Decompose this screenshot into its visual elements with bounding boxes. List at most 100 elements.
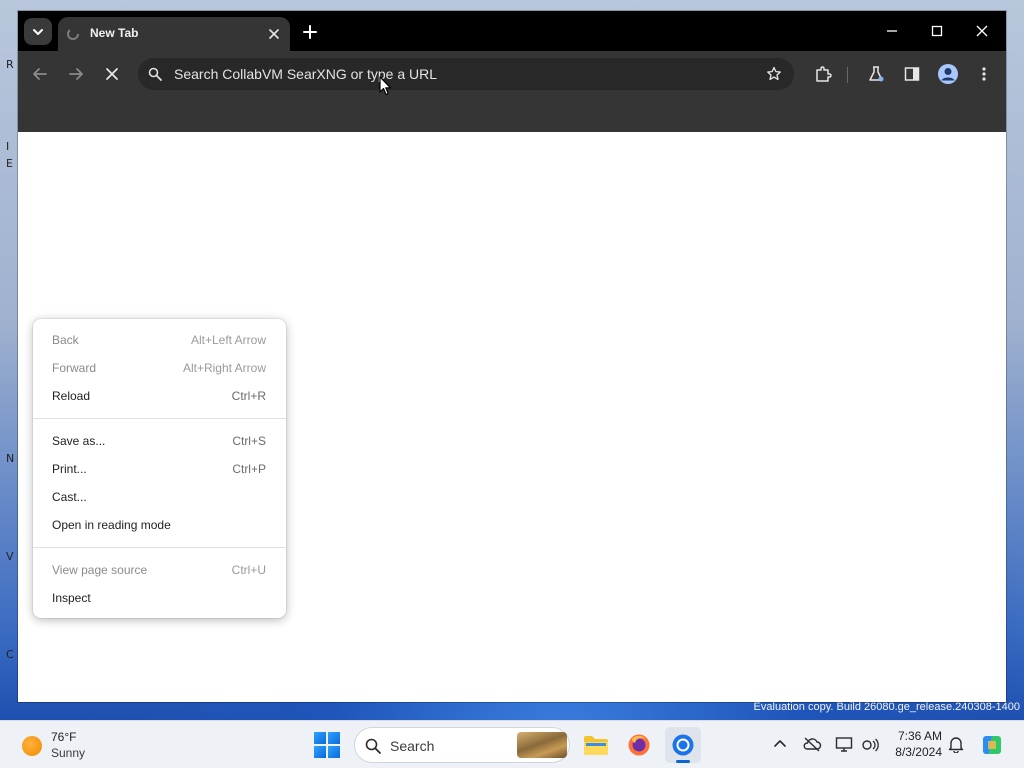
menu-item-shortcut: Ctrl+R bbox=[231, 389, 266, 403]
desktop-icon-label-fragment: C bbox=[6, 648, 14, 661]
maximize-button[interactable] bbox=[915, 17, 959, 45]
profile-button[interactable] bbox=[934, 60, 962, 88]
tab-new-tab[interactable]: New Tab bbox=[58, 17, 290, 51]
menu-item-label: Reload bbox=[52, 389, 91, 403]
file-explorer-button[interactable] bbox=[578, 727, 614, 763]
address-input[interactable] bbox=[174, 58, 754, 90]
menu-item-save-as[interactable]: Save as... Ctrl+S bbox=[33, 427, 286, 455]
menu-item-view-source[interactable]: View page source Ctrl+U bbox=[33, 556, 286, 584]
maximize-icon bbox=[931, 25, 943, 37]
search-icon bbox=[363, 736, 383, 756]
show-hidden-icons-button[interactable] bbox=[770, 734, 790, 754]
menu-item-shortcut: Alt+Right Arrow bbox=[182, 361, 266, 375]
flask-icon bbox=[869, 66, 884, 82]
menu-item-forward[interactable]: Forward Alt+Right Arrow bbox=[33, 354, 286, 382]
windows-logo-icon bbox=[314, 732, 326, 744]
menu-divider bbox=[33, 418, 286, 419]
notifications-bell-icon[interactable] bbox=[946, 734, 966, 754]
desktop-icon-label-fragment: E bbox=[6, 157, 13, 170]
side-panel-button[interactable] bbox=[898, 60, 926, 88]
watermark-line: Evaluation copy. Build 26080.ge_release.… bbox=[753, 701, 1020, 713]
labs-button[interactable] bbox=[862, 60, 890, 88]
clock-time: 7:36 AM bbox=[897, 729, 942, 743]
menu-button[interactable] bbox=[970, 60, 998, 88]
sun-icon bbox=[22, 736, 42, 756]
chrome-button[interactable] bbox=[665, 727, 701, 763]
menu-item-shortcut: Ctrl+S bbox=[232, 434, 266, 448]
weather-condition: Sunny bbox=[51, 746, 86, 760]
menu-item-label: Save as... bbox=[52, 434, 106, 448]
start-button[interactable] bbox=[314, 732, 340, 758]
tab-close-icon[interactable] bbox=[264, 24, 284, 44]
arrow-left-icon bbox=[33, 68, 47, 80]
minimize-icon bbox=[887, 30, 897, 32]
folder-icon bbox=[584, 736, 608, 755]
weather-temperature: 76°F bbox=[51, 730, 77, 744]
puzzle-icon bbox=[816, 66, 832, 82]
network-volume-icon[interactable] bbox=[860, 734, 880, 754]
close-window-button[interactable] bbox=[960, 17, 1004, 45]
context-menu: Back Alt+Left Arrow Forward Alt+Right Ar… bbox=[33, 319, 286, 618]
desktop-icon-label-fragment: V bbox=[6, 550, 14, 563]
firefox-icon bbox=[628, 734, 650, 756]
menu-item-label: Inspect bbox=[52, 591, 91, 605]
taskbar-clock[interactable]: 7:36 AM 8/3/2024 bbox=[882, 728, 942, 760]
chevron-up-icon bbox=[774, 740, 786, 747]
loading-favicon-icon bbox=[66, 27, 80, 41]
copilot-icon[interactable] bbox=[980, 733, 1004, 757]
search-highlight-image bbox=[517, 732, 567, 758]
new-tab-button[interactable] bbox=[298, 20, 322, 44]
menu-divider bbox=[33, 547, 286, 548]
onedrive-offline-icon[interactable] bbox=[802, 734, 822, 754]
tab-title: New Tab bbox=[90, 26, 139, 40]
plus-icon bbox=[303, 25, 317, 39]
side-panel-icon bbox=[904, 67, 920, 81]
menu-item-reload[interactable]: Reload Ctrl+R bbox=[33, 382, 286, 410]
stop-loading-button[interactable] bbox=[98, 60, 126, 88]
menu-item-shortcut: Alt+Left Arrow bbox=[190, 333, 266, 347]
menu-item-shortcut: Ctrl+P bbox=[232, 462, 266, 476]
browser-toolbar bbox=[18, 51, 1006, 97]
windows-logo-icon bbox=[328, 732, 340, 744]
menu-item-cast[interactable]: Cast... bbox=[33, 483, 286, 511]
menu-item-inspect[interactable]: Inspect bbox=[33, 584, 286, 612]
tab-search-button[interactable] bbox=[24, 18, 52, 45]
firefox-button[interactable] bbox=[621, 727, 657, 763]
taskbar-search-label: Search bbox=[390, 738, 435, 754]
extensions-button[interactable] bbox=[809, 60, 837, 88]
active-app-indicator bbox=[676, 760, 690, 763]
more-vert-icon bbox=[982, 67, 986, 81]
windows-logo-icon bbox=[314, 746, 326, 758]
menu-item-shortcut: Ctrl+U bbox=[231, 563, 266, 577]
taskbar-search-box[interactable]: Search bbox=[354, 727, 570, 763]
menu-item-label: Back bbox=[52, 333, 79, 347]
menu-item-print[interactable]: Print... Ctrl+P bbox=[33, 455, 286, 483]
toolbar-separator bbox=[847, 67, 848, 83]
menu-item-label: Print... bbox=[52, 462, 87, 476]
browser-titlebar: New Tab bbox=[18, 11, 1006, 51]
windows-logo-icon bbox=[328, 746, 340, 758]
close-icon bbox=[976, 25, 988, 37]
menu-item-reading-mode[interactable]: Open in reading mode bbox=[33, 511, 286, 539]
desktop-icon-label-fragment: R bbox=[6, 58, 14, 71]
bookmarks-bar bbox=[18, 97, 1006, 132]
menu-item-label: Cast... bbox=[52, 490, 87, 504]
desktop-icon-label-fragment: I bbox=[6, 140, 10, 153]
forward-button[interactable] bbox=[62, 60, 90, 88]
display-icon[interactable] bbox=[834, 734, 854, 754]
avatar-icon bbox=[938, 64, 958, 84]
desktop-icon-label-fragment: N bbox=[6, 452, 15, 465]
search-icon bbox=[146, 65, 164, 83]
bookmark-star-icon[interactable] bbox=[764, 64, 784, 84]
minimize-button[interactable] bbox=[870, 17, 914, 45]
menu-item-back[interactable]: Back Alt+Left Arrow bbox=[33, 326, 286, 354]
menu-item-label: View page source bbox=[52, 563, 148, 577]
menu-item-label: Open in reading mode bbox=[52, 518, 171, 532]
clock-date: 8/3/2024 bbox=[895, 745, 942, 759]
omnibox[interactable] bbox=[138, 58, 794, 90]
back-button[interactable] bbox=[26, 60, 54, 88]
stop-icon bbox=[106, 68, 118, 80]
weather-widget[interactable]: 76°F Sunny bbox=[18, 727, 128, 763]
taskbar: 76°F Sunny Search 7:36 AM 8/3/2024 bbox=[0, 720, 1024, 768]
chrome-icon bbox=[672, 734, 694, 756]
